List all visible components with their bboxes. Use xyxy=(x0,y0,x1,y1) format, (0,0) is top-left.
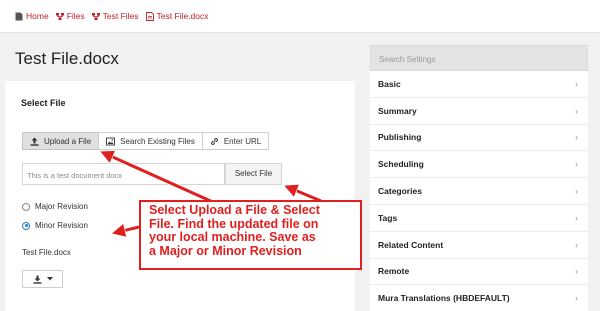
tab-enter-url[interactable]: Enter URL xyxy=(201,132,270,150)
page-title: Test File.docx xyxy=(15,49,119,68)
callout-line: Select Upload a File & Select xyxy=(149,203,320,217)
breadcrumb-files-label: Files xyxy=(66,11,85,21)
chevron-right-icon: › xyxy=(575,293,578,304)
radio-minor-circle[interactable] xyxy=(22,221,30,230)
search-settings-input[interactable]: Search Settings xyxy=(370,45,588,71)
upload-icon xyxy=(30,137,39,146)
tab-search-existing[interactable]: Search Existing Files xyxy=(98,132,203,150)
settings-item-label: Scheduling xyxy=(378,159,424,170)
hierarchy-icon xyxy=(91,12,100,20)
tab-upload-file[interactable]: Upload a File xyxy=(22,132,100,150)
breadcrumb-current-file[interactable]: Test File.docx xyxy=(145,11,209,21)
settings-item-basic[interactable]: Basic › xyxy=(370,71,588,98)
select-file-panel: Select File Upload a File Search Existin… xyxy=(5,81,355,311)
breadcrumb-home-label: Home xyxy=(26,11,49,21)
breadcrumb-files[interactable]: Files xyxy=(55,11,85,21)
tab-upload-file-label: Upload a File xyxy=(44,136,92,146)
callout-line: your local machine. Save as xyxy=(149,230,316,245)
settings-item-scheduling[interactable]: Scheduling › xyxy=(370,151,588,179)
page-icon xyxy=(15,12,23,20)
file-path-input[interactable]: This is a test document docx xyxy=(22,163,225,185)
settings-item-label: Summary xyxy=(378,105,417,116)
settings-item-tags[interactable]: Tags › xyxy=(370,204,588,232)
chevron-right-icon: › xyxy=(575,239,578,250)
settings-sidebar: Search Settings Basic › Summary › Publishi… xyxy=(370,45,588,311)
callout-text: Select Upload a File & Select File. Find… xyxy=(141,202,360,259)
radio-major-circle[interactable] xyxy=(22,202,30,211)
breadcrumb: Home Files Test Files Test File.docx xyxy=(15,11,216,21)
settings-item-label: Publishing xyxy=(378,132,422,143)
settings-item-categories[interactable]: Categories › xyxy=(370,178,588,205)
settings-item-remote[interactable]: Remote › xyxy=(370,258,588,286)
download-icon xyxy=(33,275,41,284)
breadcrumb-test-files-label: Test Files xyxy=(102,11,139,21)
settings-item-label: Remote xyxy=(378,266,410,277)
radio-minor-label: Minor Revision xyxy=(35,221,88,230)
radio-major-label: Major Revision xyxy=(35,202,88,211)
settings-item-label: Related Content xyxy=(378,239,444,250)
panel-heading: Select File xyxy=(21,98,66,108)
settings-item-summary[interactable]: Summary › xyxy=(370,97,588,125)
breadcrumb-home[interactable]: Home xyxy=(15,11,49,21)
settings-item-label: Basic xyxy=(378,78,401,89)
settings-list: Basic › Summary › Publishing › Scheduling › … xyxy=(370,71,588,311)
chevron-right-icon: › xyxy=(575,105,578,116)
tab-enter-url-label: Enter URL xyxy=(223,136,262,146)
image-icon xyxy=(106,137,116,145)
breadcrumb-test-files[interactable]: Test Files xyxy=(91,11,139,21)
instruction-callout: Select Upload a File & Select File. Find… xyxy=(139,200,362,270)
download-dropdown-button[interactable] xyxy=(22,270,63,288)
chevron-right-icon: › xyxy=(575,132,578,143)
hierarchy-icon xyxy=(55,12,64,20)
chevron-right-icon: › xyxy=(575,186,578,197)
callout-line: a Major or Minor Revision xyxy=(149,244,302,259)
chevron-right-icon: › xyxy=(575,78,578,89)
chevron-right-icon: › xyxy=(575,159,578,170)
caret-down-icon xyxy=(46,277,53,281)
settings-item-mura-translations[interactable]: Mura Translations (HBDEFAULT) › xyxy=(370,285,588,311)
breadcrumb-current-file-label: Test File.docx xyxy=(156,11,209,21)
breadcrumb-bar: Home Files Test Files Test File.docx xyxy=(0,0,600,33)
settings-item-related-content[interactable]: Related Content › xyxy=(370,231,588,259)
file-source-tabs: Upload a File Search Existing Files Ente… xyxy=(22,132,270,150)
current-filename: Test File.docx xyxy=(22,248,71,257)
chevron-right-icon: › xyxy=(575,266,578,277)
settings-item-publishing[interactable]: Publishing › xyxy=(370,124,588,152)
radio-minor-revision[interactable]: Minor Revision xyxy=(22,221,88,230)
file-icon xyxy=(145,11,154,21)
settings-item-label: Mura Translations (HBDEFAULT) xyxy=(378,293,510,304)
settings-item-label: Tags xyxy=(378,212,398,223)
callout-line: File. Find the updated file on xyxy=(149,216,319,231)
select-file-button[interactable]: Select File xyxy=(225,163,282,185)
link-icon xyxy=(210,137,218,145)
chevron-right-icon: › xyxy=(575,212,578,223)
tab-search-existing-label: Search Existing Files xyxy=(120,136,195,146)
radio-major-revision[interactable]: Major Revision xyxy=(22,202,88,211)
settings-item-label: Categories xyxy=(378,186,422,197)
